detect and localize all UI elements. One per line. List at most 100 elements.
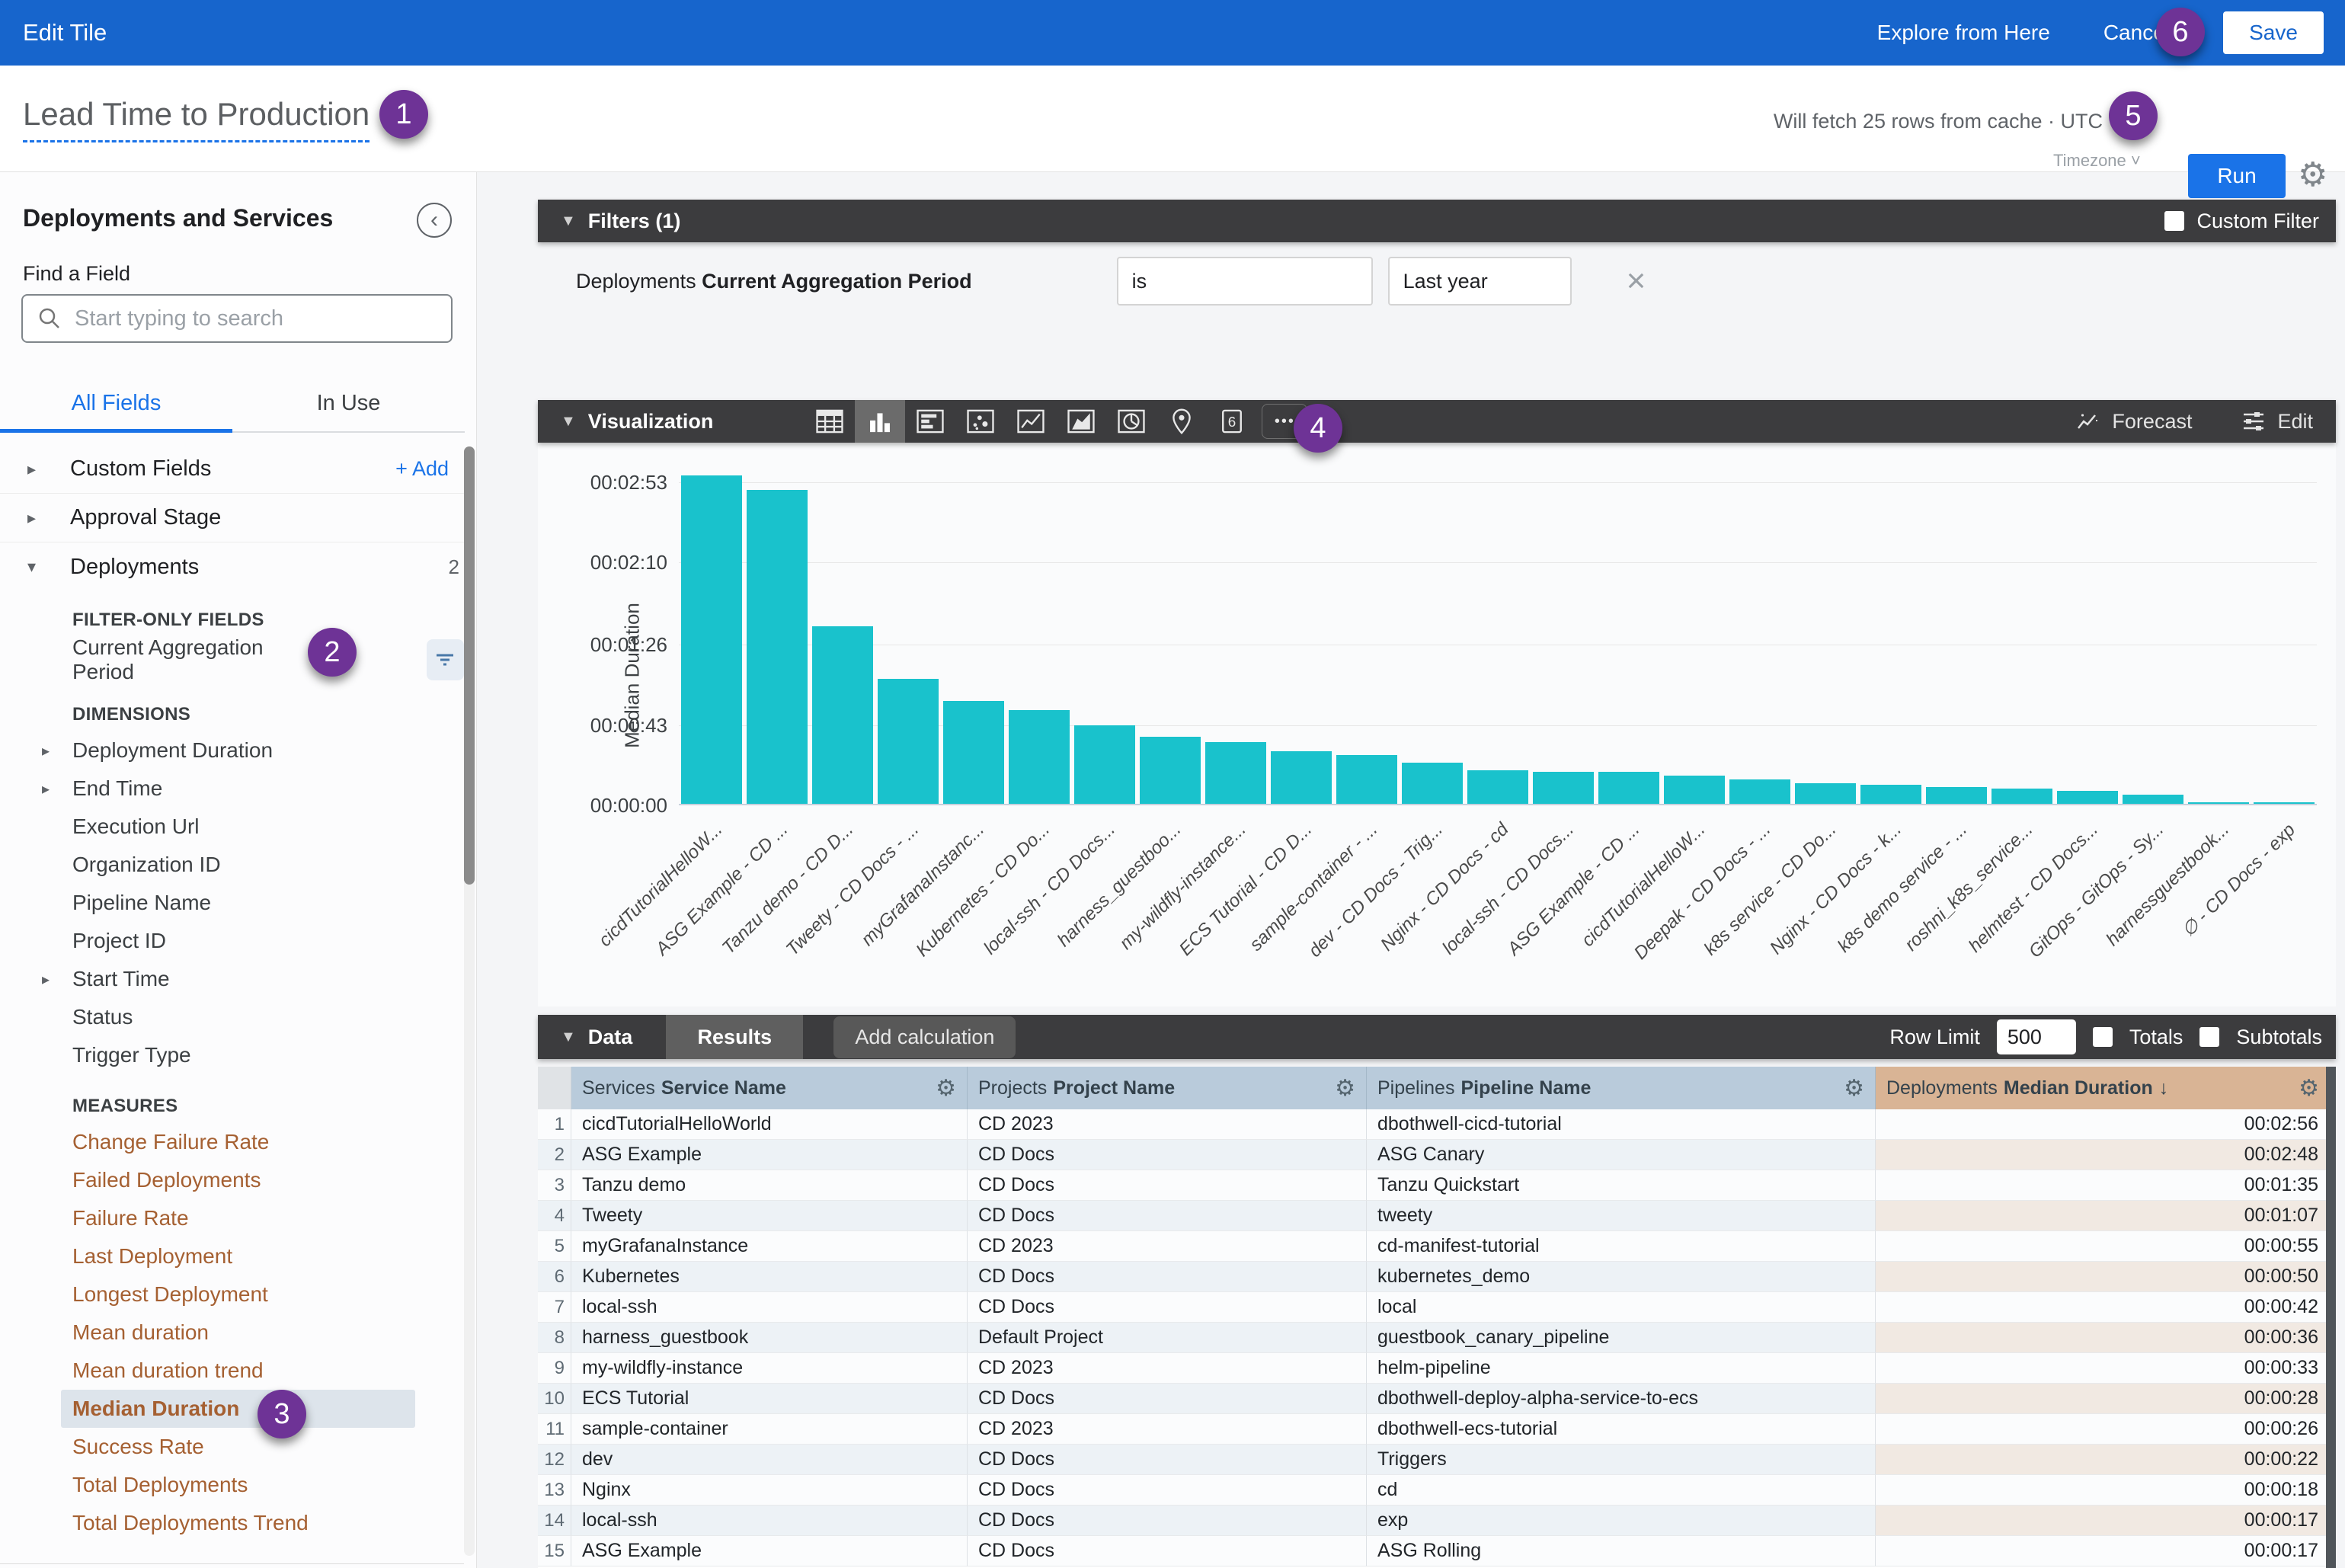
cell-c1[interactable]: local-ssh — [571, 1292, 968, 1323]
cell-c2[interactable]: CD 2023 — [968, 1231, 1367, 1262]
sidebar-measure-last-deployment[interactable]: Last Deployment — [0, 1237, 464, 1275]
save-button[interactable]: Save — [2223, 11, 2324, 54]
cell-c2[interactable]: CD Docs — [968, 1292, 1367, 1323]
expand-arrow-icon[interactable]: ▸ — [27, 508, 70, 528]
totals-checkbox[interactable] — [2093, 1027, 2113, 1047]
sidebar-field-execution-url[interactable]: Execution Url — [0, 808, 464, 846]
sidebar-field-deployment-duration[interactable]: ▸Deployment Duration — [0, 731, 464, 770]
bar-dev-cd-docs-trig[interactable] — [1402, 763, 1463, 804]
column-gear-icon[interactable]: ⚙ — [1844, 1075, 1864, 1102]
search-input[interactable] — [75, 306, 410, 331]
cell-c2[interactable]: CD Docs — [968, 1262, 1367, 1292]
bar-local-ssh-cd-docs[interactable] — [1074, 725, 1135, 804]
bar-asg-example-cd[interactable] — [1598, 772, 1659, 804]
cell-c4[interactable]: 00:02:56 — [1876, 1109, 2336, 1140]
cell-c1[interactable]: Tanzu demo — [571, 1170, 968, 1201]
bar-gitops-gitops-sy[interactable] — [2123, 795, 2183, 804]
column-gear-icon[interactable]: ⚙ — [936, 1075, 956, 1102]
cell-c2[interactable]: CD Docs — [968, 1506, 1367, 1536]
cell-c4[interactable]: 00:02:48 — [1876, 1140, 2336, 1170]
cell-num[interactable]: 5 — [538, 1231, 571, 1262]
sidebar-measure-longest-deployment[interactable]: Longest Deployment — [0, 1275, 464, 1314]
vis-type-map-button[interactable] — [1157, 400, 1207, 443]
cell-c1[interactable]: ECS Tutorial — [571, 1384, 968, 1414]
expand-arrow-icon[interactable]: ▸ — [27, 459, 70, 479]
cell-num[interactable]: 1 — [538, 1109, 571, 1140]
edit-visualization-button[interactable]: Edit — [2241, 408, 2313, 434]
sidebar-measure-total-deployments[interactable]: Total Deployments — [0, 1466, 464, 1504]
bar-tanzu-demo-cd-d[interactable] — [812, 626, 873, 804]
cell-c4[interactable]: 00:00:28 — [1876, 1384, 2336, 1414]
bar-my-wildfly-instance[interactable] — [1205, 742, 1266, 804]
sidebar-field-trigger-type[interactable]: Trigger Type — [0, 1036, 464, 1074]
cell-num[interactable]: 8 — [538, 1323, 571, 1353]
cell-c4[interactable]: 00:00:22 — [1876, 1445, 2336, 1475]
sidebar-field-organization-id[interactable]: Organization ID — [0, 846, 464, 884]
cell-c2[interactable]: CD 2023 — [968, 1353, 1367, 1384]
cell-c3[interactable]: Triggers — [1367, 1445, 1876, 1475]
sidebar-measure-mean-duration-trend[interactable]: Mean duration trend — [0, 1352, 464, 1390]
cell-c1[interactable]: Nginx — [571, 1475, 968, 1506]
sidebar-measure-mean-duration[interactable]: Mean duration — [0, 1314, 464, 1352]
filters-section-bar[interactable]: ▼ Filters (1) Custom Filter — [538, 200, 2336, 242]
collapse-arrow-icon[interactable]: ▼ — [561, 413, 576, 430]
field-current-aggregation-period[interactable]: Current Aggregation Period — [0, 637, 464, 683]
vis-type-single-value-button[interactable]: 6 — [1207, 400, 1257, 443]
cell-c1[interactable]: harness_guestbook — [571, 1323, 968, 1353]
cell-c2[interactable]: CD Docs — [968, 1140, 1367, 1170]
sidebar-measure-total-deployments-trend[interactable]: Total Deployments Trend — [0, 1504, 464, 1542]
cell-c3[interactable]: tweety — [1367, 1201, 1876, 1231]
bar-deepak-cd-docs[interactable] — [1729, 779, 1790, 804]
cell-c3[interactable]: ASG Canary — [1367, 1140, 1876, 1170]
cell-c3[interactable]: dbothwell-ecs-tutorial — [1367, 1414, 1876, 1445]
cell-c1[interactable]: ASG Example — [571, 1140, 968, 1170]
cell-num[interactable]: 10 — [538, 1384, 571, 1414]
cell-c4[interactable]: 00:00:42 — [1876, 1292, 2336, 1323]
bar-helmtest-cd-docs[interactable] — [2057, 791, 2118, 804]
cell-num[interactable]: 6 — [538, 1262, 571, 1292]
cell-c3[interactable]: ASG Rolling — [1367, 1536, 1876, 1566]
field-search-box[interactable] — [21, 294, 453, 343]
cell-c2[interactable]: Default Project — [968, 1323, 1367, 1353]
sidebar-measure-failure-rate[interactable]: Failure Rate — [0, 1199, 464, 1237]
group-approval-stage[interactable]: ▸ Approval Stage — [0, 494, 464, 542]
cell-num[interactable]: 2 — [538, 1140, 571, 1170]
bar-cicdtutorialhellow[interactable] — [681, 475, 742, 804]
cell-num[interactable]: 12 — [538, 1445, 571, 1475]
bar-k8s-demo-service[interactable] — [1926, 787, 1987, 804]
cell-num[interactable]: 7 — [538, 1292, 571, 1323]
sidebar-measure-change-failure-rate[interactable]: Change Failure Rate — [0, 1123, 464, 1161]
bar-tweety-cd-docs[interactable] — [878, 679, 939, 804]
bar-mygrafanainstanc[interactable] — [943, 701, 1004, 804]
vis-type-column-button[interactable] — [855, 400, 905, 443]
group-deployments[interactable]: ▾ Deployments 2 — [0, 542, 464, 591]
vis-type-pie-button[interactable] — [1106, 400, 1157, 443]
cell-c3[interactable]: kubernetes_demo — [1367, 1262, 1876, 1292]
cell-c3[interactable]: exp — [1367, 1506, 1876, 1536]
group-custom-fields[interactable]: ▸ Custom Fields + Add — [0, 445, 464, 494]
results-tab[interactable]: Results — [666, 1015, 803, 1059]
bar-asg-example-cd[interactable] — [747, 490, 808, 804]
tab-all-fields[interactable]: All Fields — [0, 375, 232, 431]
cell-c2[interactable]: CD Docs — [968, 1170, 1367, 1201]
cell-c1[interactable]: Tweety — [571, 1201, 968, 1231]
column-header-service-name[interactable]: ServicesService Name⚙ — [571, 1067, 968, 1109]
cell-c3[interactable]: Tanzu Quickstart — [1367, 1170, 1876, 1201]
bar-nginx-cd-docs-k[interactable] — [1860, 785, 1921, 804]
cell-c4[interactable]: 00:00:18 — [1876, 1475, 2336, 1506]
cell-c3[interactable]: cd — [1367, 1475, 1876, 1506]
collapse-sidebar-icon[interactable]: ‹ — [417, 203, 452, 238]
cell-num[interactable]: 4 — [538, 1201, 571, 1231]
cell-c4[interactable]: 00:01:07 — [1876, 1201, 2336, 1231]
tab-in-use[interactable]: In Use — [232, 375, 465, 431]
filter-value-input[interactable]: Last year — [1388, 257, 1572, 306]
forecast-button[interactable]: Forecast — [2075, 408, 2192, 434]
vis-type-table-button[interactable] — [805, 400, 855, 443]
visualization-section-bar[interactable]: ▼ Visualization 6••• Forecast Edit — [538, 400, 2336, 443]
cell-c1[interactable]: local-ssh — [571, 1506, 968, 1536]
sidebar-field-status[interactable]: Status — [0, 998, 464, 1036]
remove-filter-icon[interactable]: × — [1627, 264, 1646, 298]
cell-c2[interactable]: CD Docs — [968, 1384, 1367, 1414]
collapse-arrow-icon[interactable]: ▼ — [561, 213, 576, 230]
cell-c2[interactable]: CD 2023 — [968, 1109, 1367, 1140]
